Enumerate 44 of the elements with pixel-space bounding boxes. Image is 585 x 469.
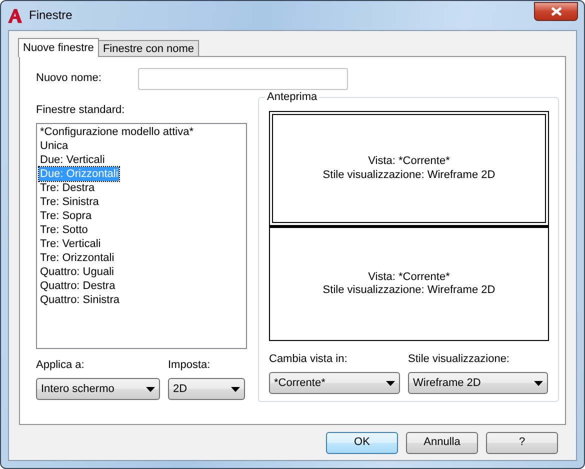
pane-text: Stile visualizzazione: Wireframe 2D bbox=[322, 284, 496, 298]
viewport-list[interactable]: *Configurazione modello attiva* Unica Due: Verticali Due: Orizzontali Tre: Destra Tre: Sinistra Tre: Sopra Tre: Sotto Tre: Verticali Tre: Orizzontali Quattro: Uguali Quattro: Destra Quattro: Sinistra bbox=[36, 123, 247, 350]
list-item[interactable]: Quattro: Destra bbox=[39, 279, 116, 294]
pane-text: Vista: *Corrente* bbox=[368, 270, 450, 284]
list-item[interactable]: Tre: Sinistra bbox=[39, 195, 100, 210]
viewport-pane[interactable]: Vista: *Corrente* Stile visualizzazione: Wireframe 2D bbox=[269, 111, 549, 226]
list-item[interactable]: Unica bbox=[39, 139, 70, 154]
name-field[interactable] bbox=[138, 68, 348, 90]
list-item[interactable]: Tre: Verticali bbox=[39, 237, 102, 252]
pane-text: Stile visualizzazione: Wireframe 2D bbox=[322, 168, 496, 182]
dialog-button[interactable]: Annulla bbox=[406, 432, 478, 454]
app-logo-icon bbox=[7, 8, 23, 24]
dropdown-label: Cambia vista in: bbox=[269, 353, 348, 366]
list-item[interactable]: Due: Verticali bbox=[39, 153, 106, 168]
dropdown[interactable]: Intero schermo bbox=[36, 378, 160, 400]
caret-icon bbox=[231, 386, 240, 392]
list-item[interactable]: Tre: Sopra bbox=[39, 209, 93, 224]
dropdown-label: Stile visualizzazione: bbox=[408, 353, 510, 366]
list-item[interactable]: Quattro: Sinistra bbox=[39, 293, 120, 308]
tab[interactable]: Nuove finestre bbox=[18, 38, 99, 57]
dropdown[interactable]: Wireframe 2D bbox=[408, 372, 548, 394]
close-button[interactable] bbox=[534, 2, 578, 20]
group-title: Anteprima bbox=[265, 91, 320, 104]
dropdown-label: Applica a: bbox=[36, 359, 86, 372]
dropdown-label: Imposta: bbox=[168, 359, 212, 372]
dialog-button[interactable]: OK bbox=[326, 432, 398, 454]
dialog-button[interactable]: ? bbox=[486, 432, 558, 454]
window-title: Finestre bbox=[29, 8, 72, 23]
list-item[interactable]: *Configurazione modello attiva* bbox=[39, 125, 194, 140]
list-label: Finestre standard: bbox=[36, 104, 126, 118]
list-item[interactable]: Quattro: Uguali bbox=[39, 265, 115, 280]
dropdown[interactable]: 2D bbox=[168, 378, 245, 400]
caret-icon bbox=[534, 380, 543, 386]
list-item[interactable]: Tre: Destra bbox=[39, 181, 96, 196]
field-label: Nuovo nome: bbox=[36, 72, 102, 86]
close-icon bbox=[550, 6, 562, 16]
caret-icon bbox=[146, 386, 155, 392]
list-item[interactable]: Tre: Sotto bbox=[39, 223, 89, 238]
dropdown[interactable]: *Corrente* bbox=[269, 372, 400, 394]
caret-icon bbox=[386, 380, 395, 386]
list-item[interactable]: Tre: Orizzontali bbox=[39, 251, 116, 266]
pane-text: Vista: *Corrente* bbox=[368, 155, 450, 168]
tab[interactable]: Finestre con nome bbox=[98, 40, 200, 56]
viewport-pane[interactable]: Vista: *Corrente* Stile visualizzazione: Wireframe 2D bbox=[269, 226, 549, 341]
